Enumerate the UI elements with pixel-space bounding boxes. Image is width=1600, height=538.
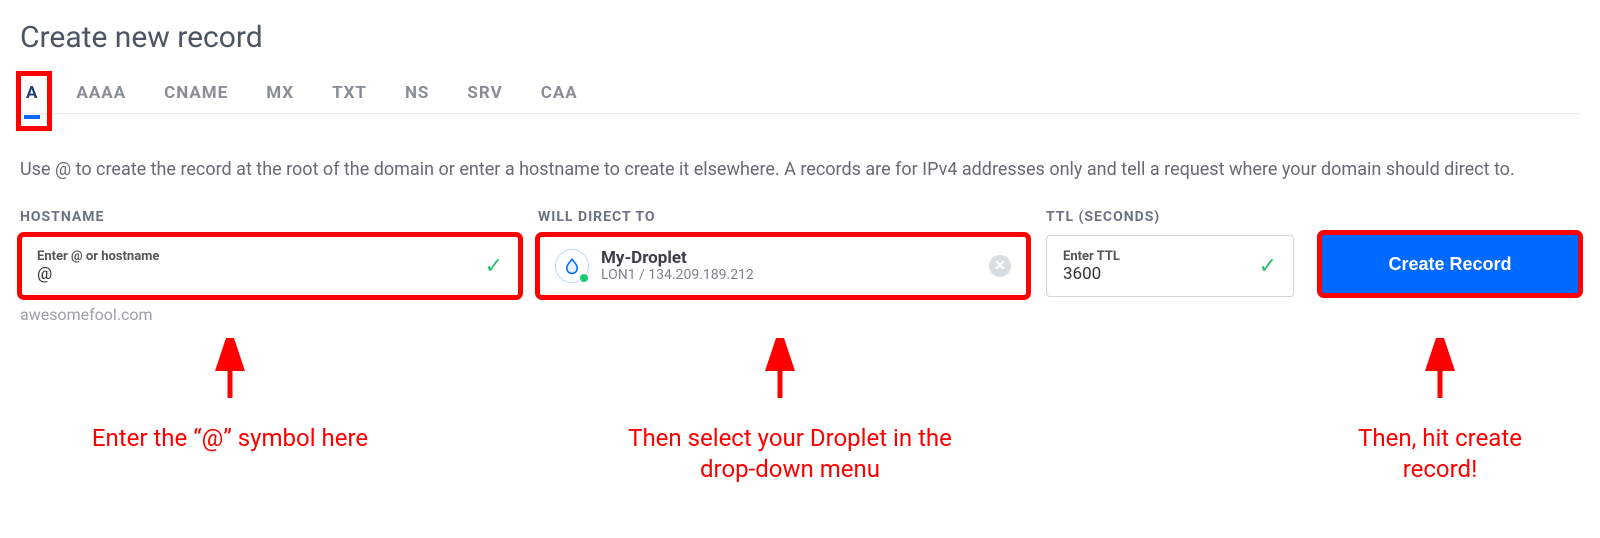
annotation-button: Then, hit create record! <box>1310 423 1570 485</box>
annotation-direct: Then select your Droplet in the drop-dow… <box>580 423 1000 485</box>
hostname-helper: awesomefool.com <box>20 305 520 324</box>
droplet-subtitle: LON1 / 134.209.189.212 <box>601 267 989 283</box>
tab-caa[interactable]: CAA <box>541 83 578 103</box>
arrow-icon <box>210 338 250 408</box>
arrow-icon <box>1420 338 1460 408</box>
direct-to-label: WILL DIRECT TO <box>538 209 1028 225</box>
ttl-column: TTL (SECONDS) Enter TTL 3600 ✓ <box>1046 209 1294 297</box>
ttl-label: TTL (SECONDS) <box>1046 209 1294 225</box>
record-form-row: HOSTNAME Enter @ or hostname @ ✓ awesome… <box>20 209 1580 324</box>
page-title: Create new record <box>20 20 1580 55</box>
annotation-hostname: Enter the “@” symbol here <box>60 423 400 454</box>
droplet-icon <box>555 249 589 283</box>
tab-cname[interactable]: CNAME <box>164 83 228 103</box>
record-type-tabs-container: A AAAA CNAME MX TXT NS SRV CAA <box>20 83 1580 114</box>
record-type-description: Use @ to create the record at the root o… <box>20 156 1580 183</box>
tab-txt[interactable]: TXT <box>332 83 367 103</box>
direct-to-select[interactable]: My-Droplet LON1 / 134.209.189.212 ✕ <box>538 235 1028 297</box>
hostname-value: @ <box>37 264 477 284</box>
ttl-value: 3600 <box>1063 264 1251 284</box>
clear-icon[interactable]: ✕ <box>989 255 1011 277</box>
check-icon: ✓ <box>1259 254 1277 279</box>
status-dot-icon <box>579 273 589 283</box>
hostname-input[interactable]: Enter @ or hostname @ ✓ <box>20 235 520 297</box>
ttl-placeholder: Enter TTL <box>1063 249 1251 264</box>
droplet-name: My-Droplet <box>601 249 989 268</box>
hostname-label: HOSTNAME <box>20 209 520 225</box>
tab-srv[interactable]: SRV <box>467 83 502 103</box>
record-type-tabs: A AAAA CNAME MX TXT NS SRV CAA <box>20 83 1580 114</box>
annotations-layer: Enter the “@” symbol here Then select yo… <box>20 348 1580 498</box>
create-button-column: Create Record <box>1320 209 1580 295</box>
check-icon: ✓ <box>485 254 503 279</box>
hostname-placeholder: Enter @ or hostname <box>37 249 477 264</box>
tab-a[interactable]: A <box>26 83 38 103</box>
tab-mx[interactable]: MX <box>266 83 294 103</box>
arrow-icon <box>760 338 800 408</box>
direct-to-column: WILL DIRECT TO My-Droplet LON1 / 134.209… <box>538 209 1028 297</box>
tab-ns[interactable]: NS <box>405 83 429 103</box>
hostname-column: HOSTNAME Enter @ or hostname @ ✓ awesome… <box>20 209 520 324</box>
tab-aaaa[interactable]: AAAA <box>76 83 126 103</box>
ttl-input[interactable]: Enter TTL 3600 ✓ <box>1046 235 1294 297</box>
create-record-button[interactable]: Create Record <box>1320 233 1580 295</box>
